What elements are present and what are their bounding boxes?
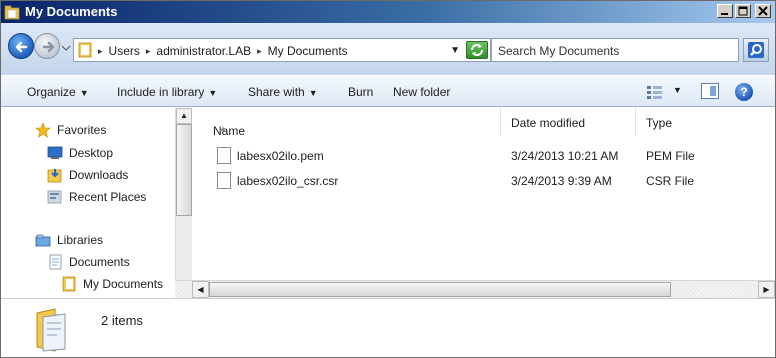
search-button[interactable]: [743, 38, 769, 62]
nav-item-label: Recent Places: [69, 190, 147, 204]
nav-item-my-documents[interactable]: My Documents: [61, 276, 163, 292]
minimize-button[interactable]: [717, 4, 733, 18]
nav-item-label: Libraries: [57, 233, 104, 247]
sort-ascending-icon: ▲: [219, 124, 227, 133]
column-type-label: Type: [646, 116, 673, 130]
refresh-button[interactable]: [466, 41, 488, 59]
item-count: 2 items: [101, 313, 143, 328]
column-date-label: Date modified: [511, 116, 586, 130]
burn-button[interactable]: Burn: [348, 85, 373, 99]
scroll-up-icon[interactable]: ▲: [176, 108, 192, 124]
nav-item-label: Downloads: [69, 168, 129, 182]
new-folder-button[interactable]: New folder: [393, 85, 450, 99]
file-list: Name ▲ Date modified Type labesx02ilo.pem…: [193, 108, 775, 280]
file-type: PEM File: [646, 149, 695, 163]
breadcrumb-item-users[interactable]: Users: [109, 44, 140, 58]
address-row: ▸ Users ▸ administrator.LAB ▸ My Documen…: [1, 23, 775, 75]
search-input[interactable]: Search My Documents: [491, 38, 739, 62]
breadcrumb: ▸ Users ▸ administrator.LAB ▸ My Documen…: [98, 44, 348, 58]
organize-label: Organize: [27, 85, 76, 99]
search-placeholder: Search My Documents: [498, 44, 620, 58]
nav-item-label: Documents: [69, 255, 130, 269]
address-bar[interactable]: ▸ Users ▸ administrator.LAB ▸ My Documen…: [73, 38, 491, 62]
nav-item-label: My Documents: [83, 277, 164, 291]
forward-arrow-icon: [42, 41, 55, 53]
scroll-thumb[interactable]: [209, 282, 671, 297]
folder-icon: [36, 308, 66, 352]
forward-button[interactable]: [34, 33, 60, 59]
nav-vertical-scrollbar[interactable]: ▲ ▼: [175, 108, 192, 298]
breadcrumb-arrow-icon[interactable]: ▸: [146, 46, 151, 57]
organize-menu[interactable]: Organize ▼: [27, 85, 89, 99]
refresh-icon: [471, 44, 483, 56]
include-in-library-menu[interactable]: Include in library ▼: [117, 85, 217, 99]
horizontal-scrollbar[interactable]: ◀ ▶: [175, 280, 775, 298]
share-with-menu[interactable]: Share with ▼: [248, 85, 318, 99]
explorer-window: My Documents ▸ Users ▸ administrator.LAB…: [0, 0, 776, 358]
title-bar[interactable]: My Documents: [1, 1, 775, 23]
close-button[interactable]: [755, 4, 771, 18]
nav-item-label: Favorites: [57, 123, 107, 137]
minimize-icon: [721, 13, 728, 15]
back-arrow-icon: [15, 41, 28, 53]
folder-icon: [4, 5, 20, 20]
maximize-button[interactable]: [735, 4, 751, 18]
breadcrumb-item-my-documents[interactable]: My Documents: [268, 44, 348, 58]
back-button[interactable]: [8, 33, 34, 59]
nav-item-downloads[interactable]: Downloads: [47, 167, 128, 183]
nav-item-label: Desktop: [69, 146, 114, 160]
libraries-icon: [35, 234, 51, 247]
table-row[interactable]: labesx02ilo_csr.csr 3/24/2013 9:39 AM CS…: [193, 170, 775, 192]
scroll-left-icon[interactable]: ◀: [192, 281, 209, 298]
chevron-down-icon: ▼: [79, 88, 89, 98]
navigation-pane: Favorites Desktop Downloads Recent Place…: [1, 108, 175, 298]
file-icon: [217, 172, 231, 189]
file-icon: [217, 147, 231, 164]
table-row[interactable]: labesx02ilo.pem 3/24/2013 10:21 AM PEM F…: [193, 145, 775, 167]
star-icon: [35, 122, 51, 138]
folder-icon: [62, 276, 76, 292]
folder-icon: [78, 42, 92, 58]
breadcrumb-arrow-icon[interactable]: ▸: [257, 46, 262, 57]
search-icon: [748, 42, 764, 58]
column-header-type[interactable]: Type: [636, 108, 775, 136]
nav-item-documents[interactable]: Documents: [47, 254, 130, 270]
file-name: labesx02ilo.pem: [237, 149, 324, 163]
file-date: 3/24/2013 10:21 AM: [511, 149, 619, 163]
nav-item-libraries[interactable]: Libraries: [35, 232, 103, 248]
column-header-date-modified[interactable]: Date modified: [501, 108, 636, 136]
column-name-label: Name: [213, 124, 246, 138]
preview-pane-button[interactable]: [701, 83, 719, 99]
address-dropdown-icon[interactable]: ▼: [450, 45, 460, 56]
breadcrumb-arrow-icon[interactable]: ▸: [98, 46, 103, 57]
column-header-name[interactable]: Name ▲: [193, 108, 501, 138]
nav-item-desktop[interactable]: Desktop: [47, 145, 113, 161]
file-name: labesx02ilo_csr.csr: [237, 174, 339, 188]
share-with-label: Share with: [248, 85, 305, 99]
scroll-right-icon[interactable]: ▶: [758, 281, 775, 298]
recent-pages-dropdown-icon[interactable]: [61, 43, 71, 53]
chevron-down-icon: ▼: [308, 88, 318, 98]
close-icon: [758, 6, 768, 16]
nav-item-recent-places[interactable]: Recent Places: [47, 189, 146, 205]
downloads-folder-icon: [47, 169, 62, 183]
recent-places-icon: [47, 190, 62, 204]
documents-library-icon: [49, 254, 62, 270]
change-view-icon[interactable]: [645, 83, 665, 101]
file-date: 3/24/2013 9:39 AM: [511, 174, 612, 188]
command-bar: Organize ▼ Include in library ▼ Share with…: [1, 75, 775, 107]
window-controls: [717, 4, 771, 18]
file-type: CSR File: [646, 174, 695, 188]
scroll-thumb[interactable]: [176, 124, 192, 216]
details-pane: 2 items: [1, 298, 775, 357]
help-icon[interactable]: ?: [735, 83, 753, 101]
desktop-icon: [47, 146, 63, 159]
maximize-icon: [738, 6, 748, 16]
view-options-dropdown-icon[interactable]: ▼: [673, 85, 682, 95]
include-in-library-label: Include in library: [117, 85, 205, 99]
window-title: My Documents: [25, 4, 118, 19]
nav-item-favorites[interactable]: Favorites: [35, 122, 106, 138]
chevron-down-icon: ▼: [208, 88, 218, 98]
breadcrumb-item-administrator[interactable]: administrator.LAB: [156, 44, 251, 58]
